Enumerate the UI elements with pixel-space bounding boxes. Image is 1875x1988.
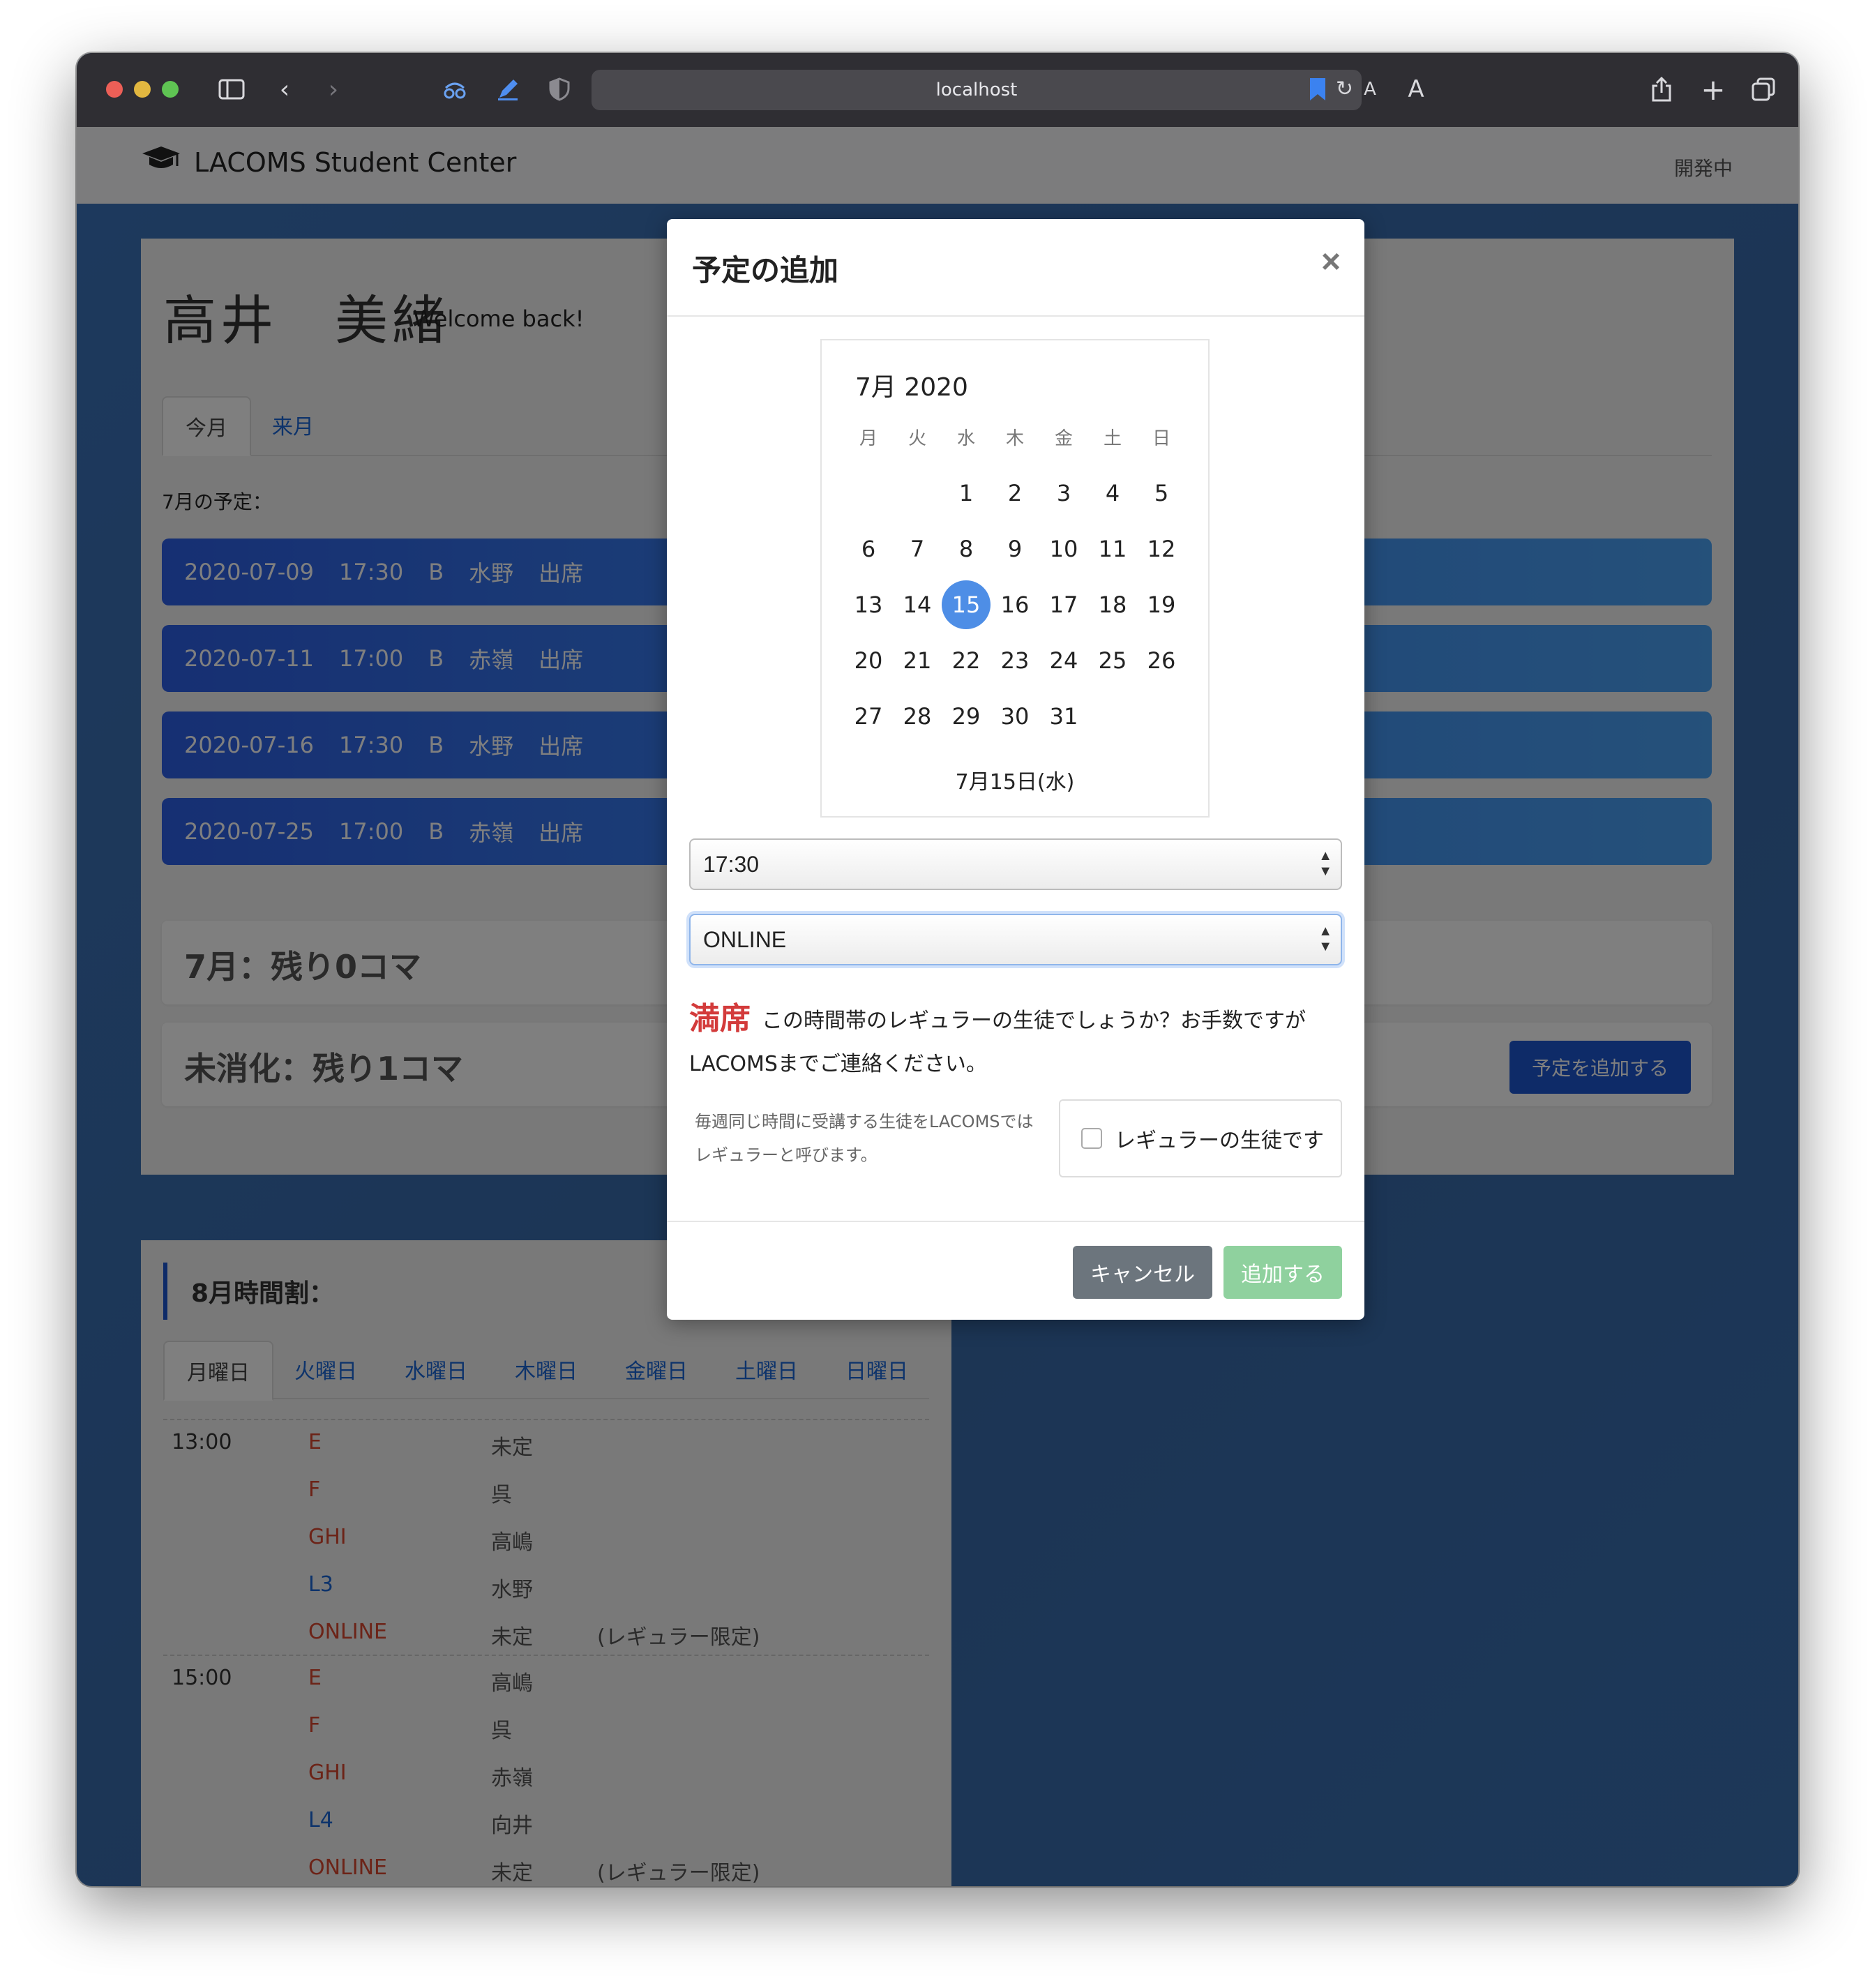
minimize-window-button[interactable] xyxy=(134,81,151,98)
close-icon[interactable]: × xyxy=(1321,243,1341,281)
calendar-day[interactable]: 7 xyxy=(893,525,942,573)
full-warning-message: この時間帯のレギュラーの生徒でしょうか？お手数ですが xyxy=(762,1009,1306,1033)
browser-window: ‹ › localhost ↻ A A + 予定の追加 × 7月 2020 月 … xyxy=(77,53,1798,1886)
modal-footer: キャンセル 追加する xyxy=(667,1221,1364,1321)
shield-icon[interactable] xyxy=(543,71,576,107)
submit-button[interactable]: 追加する xyxy=(1223,1246,1342,1299)
calendar-day[interactable]: 16 xyxy=(991,580,1039,629)
calendar-day[interactable]: 28 xyxy=(893,692,942,741)
weekday-label: 火 xyxy=(908,428,926,449)
weekday-label: 日 xyxy=(1152,428,1170,449)
sidebar-toggle-icon[interactable] xyxy=(213,71,250,107)
share-icon[interactable] xyxy=(1645,71,1678,107)
regular-checkbox-group[interactable]: レギュラーの生徒です xyxy=(1059,1099,1342,1177)
tab-overview-icon[interactable] xyxy=(1747,71,1780,107)
cancel-button[interactable]: キャンセル xyxy=(1073,1246,1212,1299)
modal-title: 予定の追加 xyxy=(692,253,839,287)
room-select-value: ONLINE xyxy=(703,926,787,952)
full-warning-label: 満席 xyxy=(689,1001,751,1037)
url-text: localhost xyxy=(935,80,1018,100)
regular-checkbox[interactable] xyxy=(1081,1128,1102,1149)
time-select-value: 17:30 xyxy=(703,851,760,877)
date-picker-calendar: 7月 2020 月 火 水 木 金 土 日 1 2 3 4 5 6 7 8 9 10 11 12 13 1… xyxy=(820,339,1210,818)
zoom-window-button[interactable] xyxy=(162,81,179,98)
calendar-day[interactable]: 23 xyxy=(991,636,1039,685)
browser-toolbar: ‹ › localhost ↻ A A + xyxy=(77,53,1798,128)
bookmark-icon[interactable] xyxy=(1302,71,1334,107)
weekday-label: 土 xyxy=(1103,428,1122,449)
calendar-day[interactable]: 4 xyxy=(1088,469,1137,518)
full-warning-message-contact: LACOMSまでご連絡ください。 xyxy=(689,1052,987,1076)
calendar-day[interactable]: 14 xyxy=(893,580,942,629)
calendar-month-header: 7月 2020 xyxy=(855,373,968,402)
calendar-day[interactable]: 29 xyxy=(942,692,991,741)
calendar-day[interactable]: 6 xyxy=(844,525,893,573)
reload-icon[interactable]: ↻ xyxy=(1336,77,1353,101)
calendar-day[interactable]: 21 xyxy=(893,636,942,685)
calendar-day[interactable]: 8 xyxy=(942,525,991,573)
select-arrows-icon: ▲ ▼ xyxy=(1318,924,1332,954)
add-schedule-modal: 予定の追加 × 7月 2020 月 火 水 木 金 土 日 1234567891… xyxy=(667,219,1364,1320)
calendar-day[interactable]: 13 xyxy=(844,580,893,629)
calendar-day[interactable]: 9 xyxy=(991,525,1039,573)
privacy-icon[interactable] xyxy=(438,71,472,107)
calendar-day[interactable]: 10 xyxy=(1039,525,1088,573)
text-smaller-icon[interactable]: A xyxy=(1356,71,1384,107)
calendar-day[interactable]: 2 xyxy=(991,469,1039,518)
room-select[interactable]: ONLINE ▲ ▼ xyxy=(689,914,1342,965)
weekday-label: 木 xyxy=(1005,428,1024,449)
calendar-day[interactable]: 19 xyxy=(1137,580,1186,629)
calendar-day[interactable]: 11 xyxy=(1088,525,1137,573)
address-bar[interactable]: localhost ↻ xyxy=(592,70,1362,110)
back-icon[interactable]: ‹ xyxy=(269,71,300,107)
calendar-day[interactable]: 3 xyxy=(1039,469,1088,518)
regular-explanation: 毎週同じ時間に受講する生徒をLACOMSではレギュラーと呼びます。 xyxy=(695,1112,1034,1165)
calendar-day[interactable]: 20 xyxy=(844,636,893,685)
calendar-day[interactable]: 27 xyxy=(844,692,893,741)
close-window-button[interactable] xyxy=(106,81,123,98)
select-arrows-icon: ▲ ▼ xyxy=(1318,848,1332,879)
calendar-day[interactable]: 25 xyxy=(1088,636,1137,685)
calendar-day[interactable]: 1 xyxy=(942,469,991,518)
modal-header: 予定の追加 × xyxy=(667,219,1364,317)
calendar-day[interactable]: 26 xyxy=(1137,636,1186,685)
time-select[interactable]: 17:30 ▲ ▼ xyxy=(689,838,1342,890)
text-larger-icon[interactable]: A xyxy=(1401,71,1431,107)
calendar-day[interactable]: 5 xyxy=(1137,469,1186,518)
weekday-label: 水 xyxy=(956,428,975,449)
selected-date-label: 7月15日(水) xyxy=(955,770,1075,795)
forward-icon[interactable]: › xyxy=(318,71,349,107)
calendar-day[interactable]: 18 xyxy=(1088,580,1137,629)
pen-extension-icon[interactable] xyxy=(491,71,525,107)
weekday-label: 月 xyxy=(859,428,878,449)
weekday-label: 金 xyxy=(1054,428,1073,449)
calendar-day-selected[interactable]: 15 xyxy=(942,580,991,629)
calendar-day[interactable]: 24 xyxy=(1039,636,1088,685)
calendar-day[interactable]: 31 xyxy=(1039,692,1088,741)
calendar-day[interactable]: 30 xyxy=(991,692,1039,741)
regular-checkbox-label[interactable]: レギュラーの生徒です xyxy=(1115,1123,1324,1154)
calendar-day[interactable]: 17 xyxy=(1039,580,1088,629)
calendar-day[interactable]: 22 xyxy=(942,636,991,685)
new-tab-icon[interactable]: + xyxy=(1696,71,1730,107)
calendar-day[interactable]: 12 xyxy=(1137,525,1186,573)
